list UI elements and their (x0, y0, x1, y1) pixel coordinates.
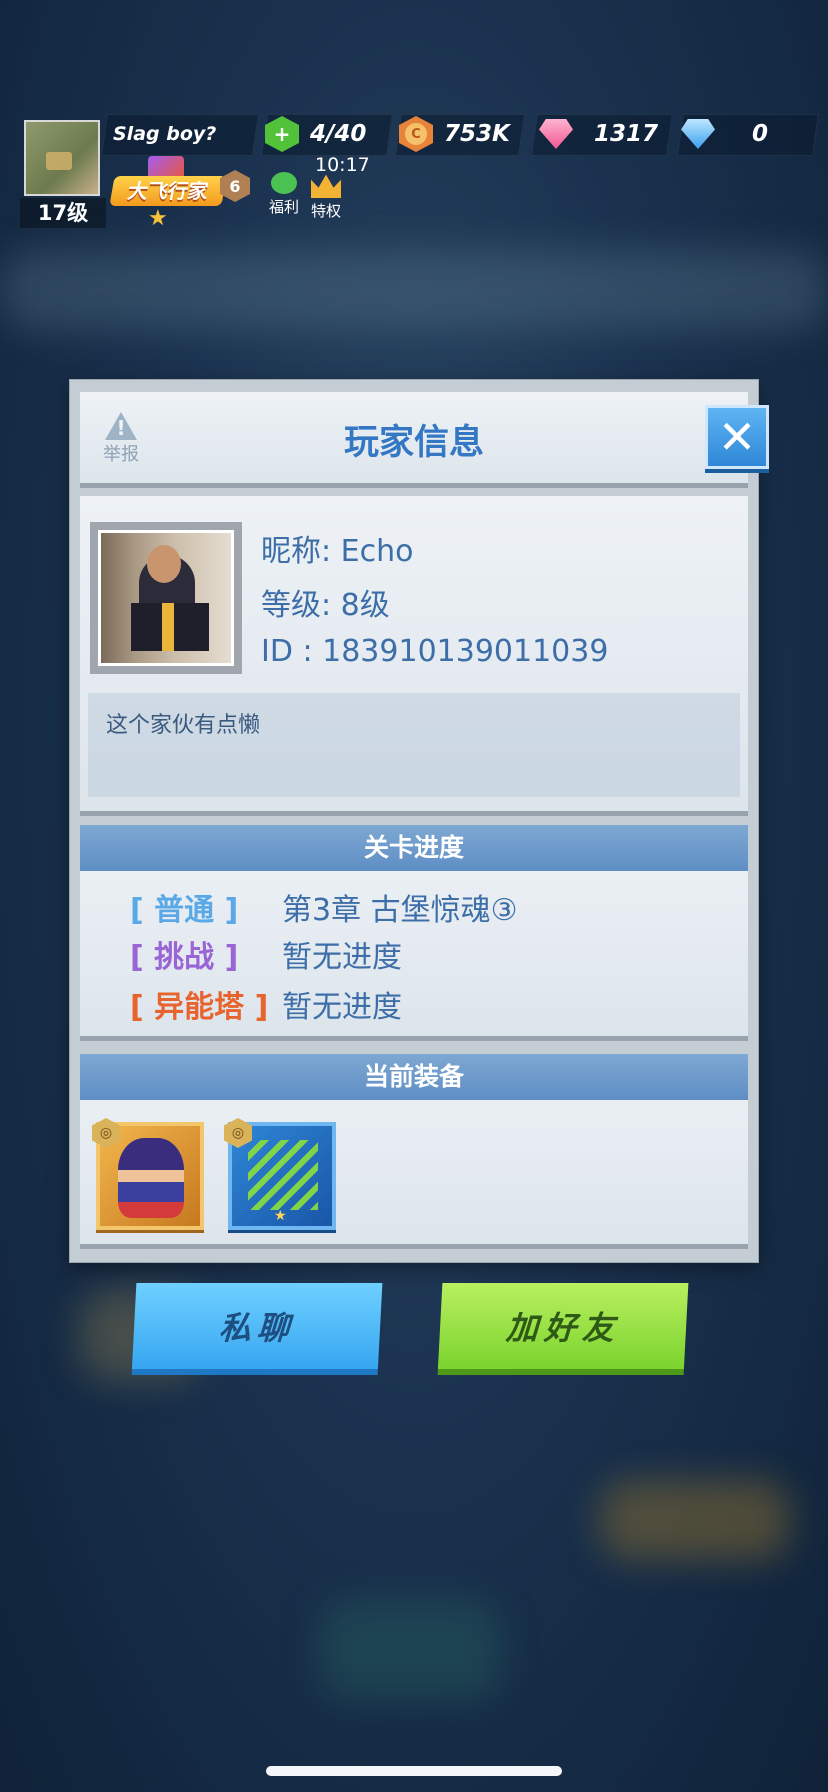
mode-label-tower: [ 异能塔 ] (130, 990, 269, 1025)
stage-progress-title: 关卡进度 (80, 825, 748, 871)
nickname-line: 昵称: Echo (261, 534, 414, 569)
quality-badge-icon: ◎ (92, 1118, 120, 1148)
equipment-panel: 当前装备 ◎ ★ ◎ (80, 1054, 748, 1249)
home-indicator[interactable] (266, 1766, 562, 1776)
modal-title: 玩家信息 (343, 423, 484, 463)
star-icon: ★ (274, 1208, 287, 1224)
profile-photo (98, 530, 234, 666)
equipment-title: 当前装备 (80, 1054, 748, 1100)
mode-label-challenge: [ 挑战 ] (130, 940, 239, 975)
bio-box: 这个家伙有点懒 (88, 693, 740, 797)
privilege-label: 特权 (310, 202, 341, 220)
green-blades-icon (248, 1140, 318, 1210)
vip-logo-text: 大飞行家 (109, 176, 227, 206)
stage-progress-panel: 关卡进度 [ 普通 ] 第3章 古堡惊魂③ [ 挑战 ] 暂无进度 [ 异能塔 … (80, 825, 748, 1041)
mode-value-tower: 暂无进度 (282, 990, 402, 1025)
welfare-button[interactable]: 福利 (262, 172, 306, 217)
player-level: 17级 (20, 198, 106, 228)
player-info-modal: ! 举报 玩家信息 昵称: Echo 等级: 8级 ID : 183910139… (69, 379, 759, 1263)
profile-photo-frame[interactable] (90, 522, 242, 674)
ninja-hero-icon (118, 1138, 184, 1218)
id-line[interactable]: ID : 183910139011039 (261, 634, 608, 669)
crown-icon (311, 174, 341, 198)
blue-diamond-plus-icon[interactable]: + (678, 114, 718, 154)
player-name[interactable]: Slag boy? (113, 114, 216, 154)
profile-panel: 昵称: Echo 等级: 8级 ID : 183910139011039 这个家… (80, 496, 748, 816)
coin-value: 753K (444, 121, 510, 147)
coin-icon[interactable]: C (396, 114, 436, 154)
star-icon: ★ (148, 206, 168, 231)
avatar-badge (46, 152, 72, 170)
bio-text: 这个家伙有点懒 (106, 713, 261, 738)
equip-slot-weapon[interactable]: ★ ◎ (224, 1118, 336, 1230)
pink-gem-value: 1317 (594, 121, 659, 147)
private-chat-button[interactable]: 私聊 (131, 1283, 383, 1375)
background-blur-4 (320, 1600, 500, 1700)
modal-header: ! 举报 玩家信息 (80, 392, 748, 488)
wechat-icon (271, 172, 297, 194)
player-avatar[interactable] (24, 120, 100, 196)
top-hud: 17级 Slag boy? + 4/40 C 753K 1317 + 0 10:… (0, 112, 828, 242)
background-blur-1 (0, 250, 828, 330)
mode-value-normal: 第3章 古堡惊魂③ (282, 893, 518, 928)
add-friend-button[interactable]: 加好友 (437, 1283, 689, 1375)
level-line: 等级: 8级 (261, 588, 390, 623)
close-button[interactable]: ✕ (705, 405, 769, 469)
privilege-button[interactable]: 特权 (304, 172, 348, 221)
equip-slot-hero[interactable]: ◎ (92, 1118, 204, 1230)
mode-label-normal: [ 普通 ] (130, 893, 239, 928)
pink-gem-icon[interactable] (536, 114, 576, 154)
energy-value: 4/40 (310, 121, 367, 147)
background-blur-3 (600, 1480, 790, 1560)
mode-value-challenge: 暂无进度 (282, 940, 402, 975)
welfare-label: 福利 (268, 198, 299, 216)
blue-gem-value: 0 (752, 121, 769, 147)
energy-plus-icon[interactable]: + (262, 114, 302, 154)
vip-event-logo[interactable]: 大飞行家 ★ (108, 156, 228, 231)
